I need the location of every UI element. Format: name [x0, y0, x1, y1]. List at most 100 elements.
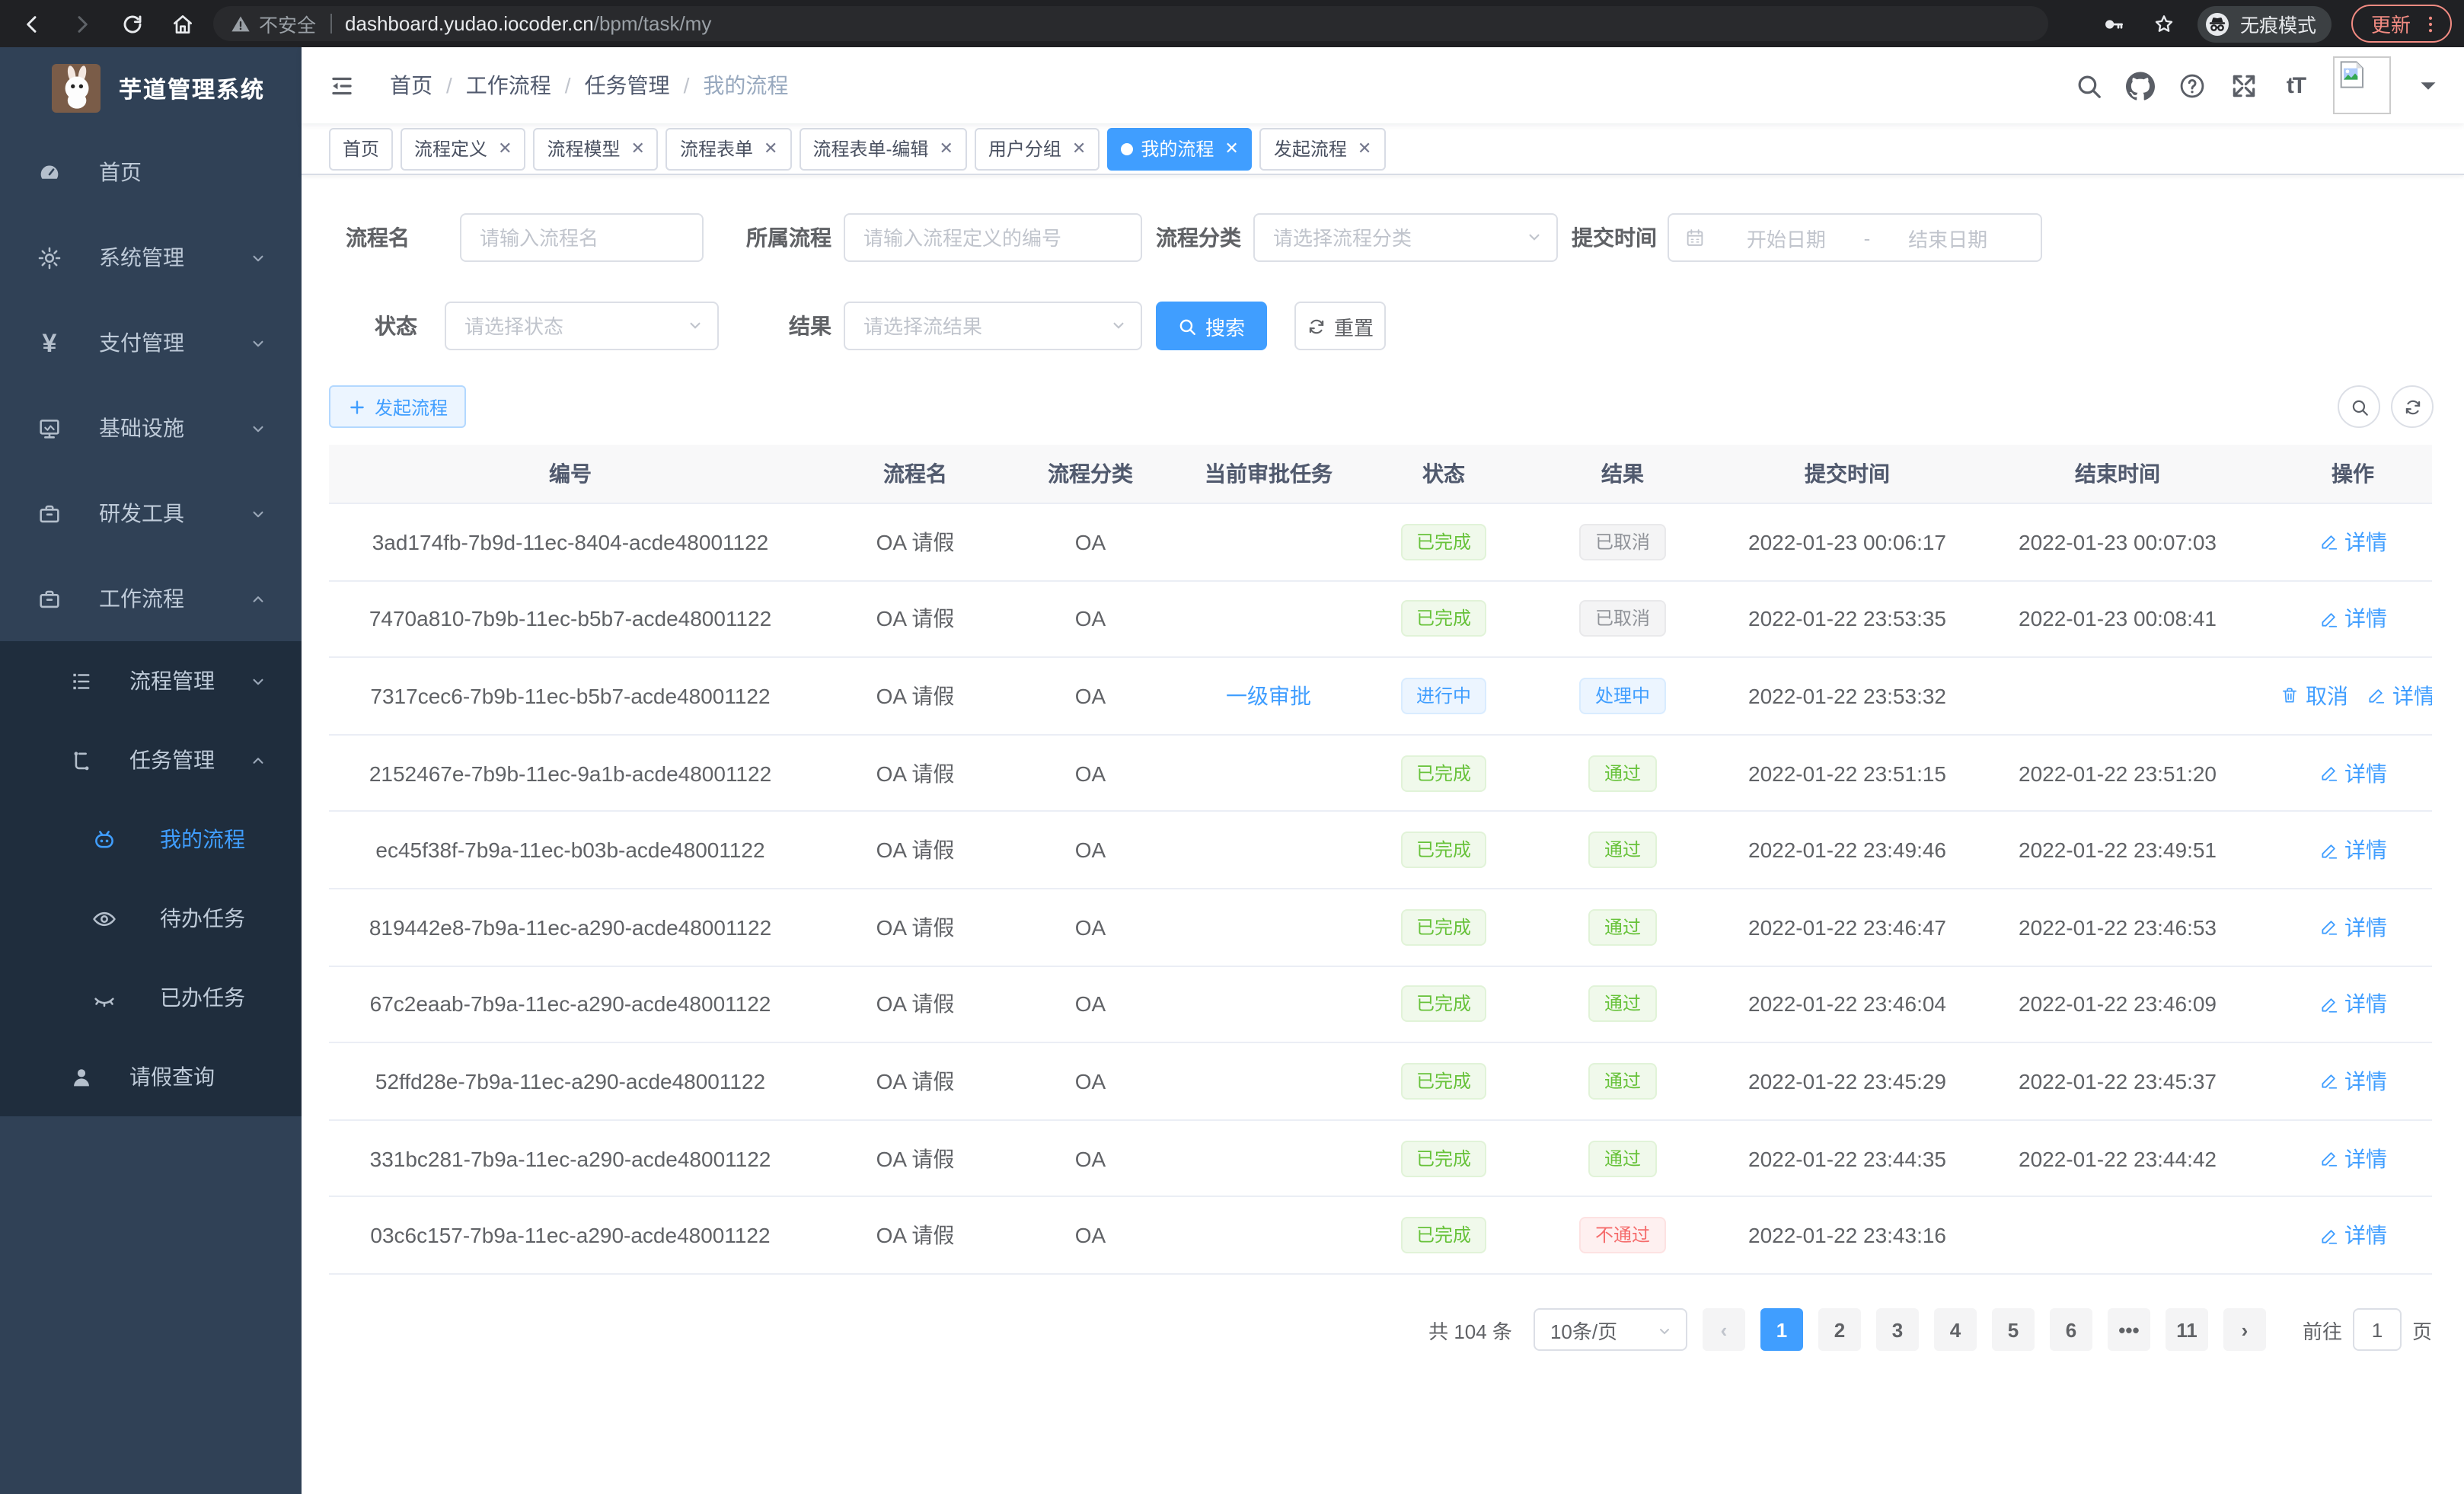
- page-button-1[interactable]: 1: [1760, 1308, 1803, 1351]
- reset-button[interactable]: 重置: [1294, 302, 1386, 350]
- browser-menu-icon[interactable]: [2420, 13, 2441, 34]
- result-badge: 通过: [1589, 755, 1656, 791]
- cell-result: 通过: [1512, 755, 1733, 791]
- process-name-input[interactable]: [460, 213, 704, 262]
- breadcrumb-item-2[interactable]: 任务管理: [585, 70, 670, 101]
- chevron-down-icon: [248, 418, 268, 438]
- page-button-5[interactable]: 5: [1992, 1308, 2035, 1351]
- forward-icon[interactable]: [70, 11, 94, 36]
- fullscreen-icon[interactable]: [2229, 71, 2258, 100]
- process-def-input[interactable]: [844, 213, 1142, 262]
- result-select-input[interactable]: [844, 302, 1142, 350]
- goto-page-input[interactable]: [2353, 1308, 2402, 1351]
- detail-link[interactable]: 详情: [2367, 681, 2432, 711]
- question-icon[interactable]: [2178, 71, 2207, 100]
- cell-submit-time: 2022-01-22 23:46:04: [1733, 992, 1961, 1017]
- back-icon[interactable]: [20, 11, 44, 36]
- prev-page-button[interactable]: ‹: [1703, 1308, 1745, 1351]
- tab-close-icon[interactable]: ✕: [939, 139, 953, 158]
- tab-1[interactable]: 流程定义✕: [401, 127, 525, 170]
- tab-close-icon[interactable]: ✕: [764, 139, 777, 158]
- tab-close-icon[interactable]: ✕: [1072, 139, 1086, 158]
- detail-link[interactable]: 详情: [2319, 1220, 2387, 1250]
- edit-icon: [2319, 840, 2338, 860]
- category-select-input[interactable]: [1253, 213, 1558, 262]
- bookmark-star-icon[interactable]: [2152, 11, 2176, 36]
- submit-time-range[interactable]: 开始日期 - 结束日期: [1668, 213, 2042, 262]
- tab-7[interactable]: 发起流程✕: [1260, 127, 1385, 170]
- detail-link[interactable]: 详情: [2319, 1143, 2387, 1173]
- tab-close-icon[interactable]: ✕: [1358, 139, 1371, 158]
- status-badge: 已完成: [1401, 909, 1486, 946]
- detail-link[interactable]: 详情: [2319, 912, 2387, 943]
- detail-link[interactable]: 详情: [2319, 1066, 2387, 1097]
- detail-link[interactable]: 详情: [2319, 527, 2387, 557]
- tab-3[interactable]: 流程表单✕: [666, 127, 791, 170]
- detail-link[interactable]: 详情: [2319, 758, 2387, 788]
- cell-status: 已完成: [1375, 1140, 1512, 1176]
- search-button[interactable]: 搜索: [1156, 302, 1267, 350]
- tab-0[interactable]: 首页: [329, 127, 393, 170]
- sidebar-item-0[interactable]: 首页: [0, 129, 302, 215]
- page-button-3[interactable]: 3: [1876, 1308, 1919, 1351]
- category-select[interactable]: [1253, 213, 1558, 262]
- sidebar-item-9[interactable]: 待办任务: [0, 879, 302, 958]
- detail-link[interactable]: 详情: [2319, 989, 2387, 1020]
- sidebar-item-5[interactable]: 工作流程: [0, 556, 302, 641]
- url-bar[interactable]: 不安全 dashboard.yudao.iocoder.cn/bpm/task/…: [213, 6, 2048, 41]
- sidebar-item-11[interactable]: 请假查询: [0, 1037, 302, 1116]
- sidebar-item-8[interactable]: 我的流程: [0, 800, 302, 879]
- page-more-button[interactable]: •••: [2108, 1308, 2150, 1351]
- tab-close-icon[interactable]: ✕: [631, 139, 645, 158]
- avatar-caret-icon[interactable]: [2414, 71, 2443, 100]
- next-page-button[interactable]: ›: [2223, 1308, 2266, 1351]
- status-select-input[interactable]: [445, 302, 719, 350]
- status-select[interactable]: [445, 302, 719, 350]
- page-button-11[interactable]: 11: [2166, 1308, 2208, 1351]
- show-search-button[interactable]: [2338, 385, 2380, 428]
- status-badge: 已完成: [1401, 601, 1486, 637]
- start-date-placeholder[interactable]: 开始日期: [1709, 223, 1864, 252]
- sidebar-item-4[interactable]: 研发工具: [0, 471, 302, 556]
- tab-2[interactable]: 流程模型✕: [534, 127, 659, 170]
- tab-close-icon[interactable]: ✕: [1224, 139, 1238, 158]
- page-button-2[interactable]: 2: [1818, 1308, 1861, 1351]
- search-icon[interactable]: [2074, 71, 2103, 100]
- breadcrumb-item-1[interactable]: 工作流程: [466, 70, 551, 101]
- update-button[interactable]: 更新: [2351, 5, 2452, 43]
- create-process-button[interactable]: 发起流程: [329, 385, 466, 428]
- end-date-placeholder[interactable]: 结束日期: [1870, 223, 2025, 252]
- tab-close-icon[interactable]: ✕: [498, 139, 512, 158]
- table-row-1: 7470a810-7b9b-11ec-b5b7-acde48001122OA 请…: [329, 581, 2432, 658]
- result-badge: 通过: [1589, 986, 1656, 1023]
- github-icon[interactable]: [2126, 71, 2155, 100]
- avatar[interactable]: [2333, 56, 2391, 114]
- cell-end-time: 2022-01-22 23:45:37: [1961, 1069, 2274, 1093]
- tab-6[interactable]: 我的流程✕: [1107, 127, 1252, 170]
- sidebar-item-6[interactable]: 流程管理: [0, 641, 302, 720]
- page-size-select[interactable]: 10条/页: [1534, 1308, 1687, 1351]
- key-icon[interactable]: [2102, 11, 2126, 36]
- cancel-link[interactable]: 取消: [2280, 681, 2348, 711]
- cell-id: 2152467e-7b9b-11ec-9a1b-acde48001122: [329, 761, 812, 785]
- sidebar-item-2[interactable]: ¥支付管理: [0, 300, 302, 385]
- tab-4[interactable]: 流程表单-编辑✕: [799, 127, 966, 170]
- page-button-4[interactable]: 4: [1934, 1308, 1977, 1351]
- infra-icon: [37, 415, 62, 441]
- fontsize-icon[interactable]: tT: [2281, 71, 2310, 100]
- detail-link[interactable]: 详情: [2319, 604, 2387, 634]
- page-button-6[interactable]: 6: [2050, 1308, 2092, 1351]
- refresh-table-button[interactable]: [2391, 385, 2434, 428]
- reload-icon[interactable]: [120, 11, 145, 36]
- detail-link[interactable]: 详情: [2319, 835, 2387, 865]
- breadcrumb-item-0[interactable]: 首页: [390, 70, 432, 101]
- home-icon[interactable]: [171, 11, 195, 36]
- sidebar-item-1[interactable]: 系统管理: [0, 215, 302, 300]
- tab-5[interactable]: 用户分组✕: [975, 127, 1100, 170]
- sidebar-item-7[interactable]: 任务管理: [0, 720, 302, 800]
- sidebar-item-3[interactable]: 基础设施: [0, 385, 302, 471]
- sidebar-fold-icon[interactable]: [327, 71, 356, 100]
- result-select[interactable]: [844, 302, 1142, 350]
- current-task-link[interactable]: 一级审批: [1226, 681, 1311, 711]
- sidebar-item-10[interactable]: 已办任务: [0, 958, 302, 1037]
